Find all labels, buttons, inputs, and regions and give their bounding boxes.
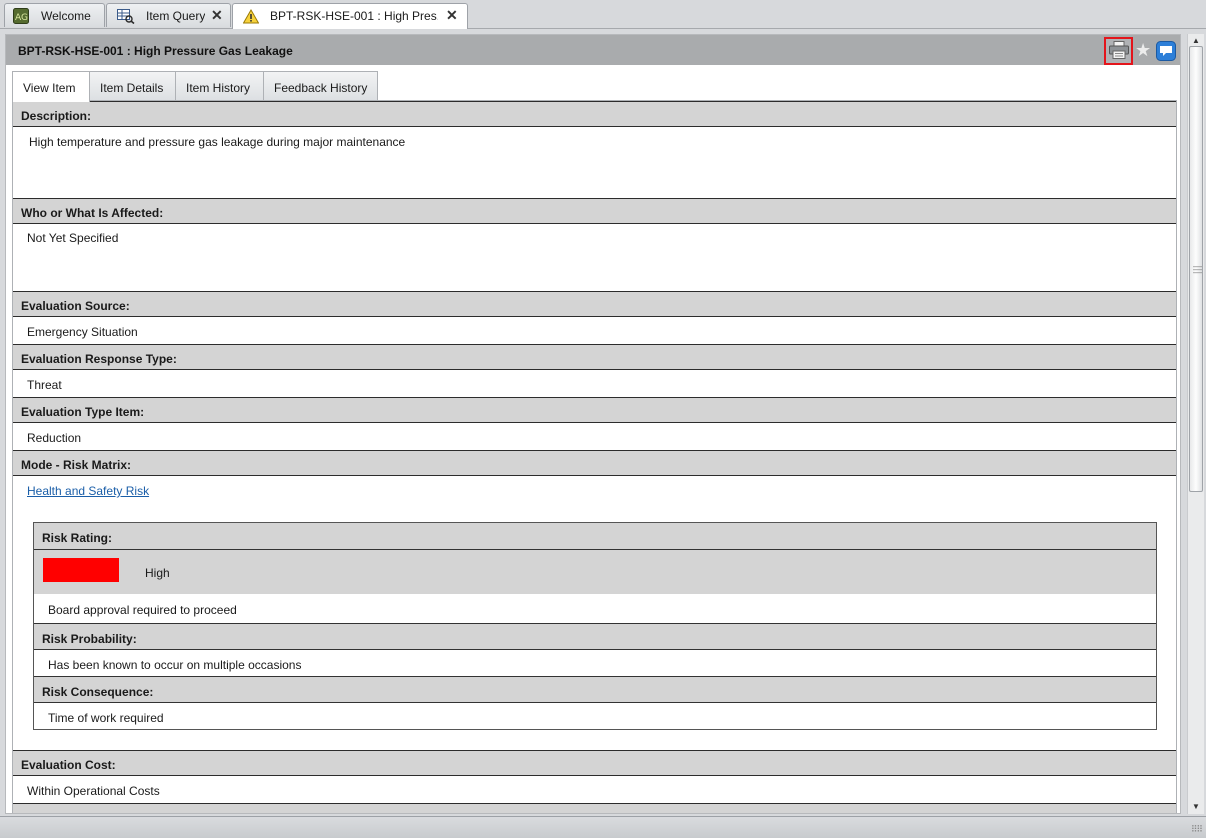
star-icon[interactable]: ★	[1135, 41, 1151, 59]
risk-consequence-value: Time of work required	[48, 711, 164, 725]
risk-probability-header: Risk Probability:	[34, 623, 1156, 650]
resize-grip-icon[interactable]: ⠿⠿	[1191, 824, 1203, 835]
risk-matrix-header: Mode - Risk Matrix:	[13, 450, 1176, 476]
scroll-down-icon[interactable]: ▼	[1188, 800, 1204, 814]
doc-tab-welcome[interactable]: AG Welcome	[4, 3, 105, 27]
risk-rating-swatch	[43, 558, 119, 582]
affected-header: Who or What Is Affected:	[13, 198, 1176, 224]
response-type-value: Threat	[27, 378, 62, 392]
risk-matrix-value-wrap: Health and Safety Risk	[27, 484, 149, 498]
risk-rating-value: High	[145, 566, 170, 580]
page-title: BPT-RSK-HSE-001 : High Pressure Gas Leak…	[18, 44, 293, 58]
risk-consequence-header: Risk Consequence:	[34, 676, 1156, 703]
grip-icon: — — —	[1193, 261, 1202, 277]
description-header: Description:	[13, 101, 1176, 127]
item-panel: BPT-RSK-HSE-001 : High Pressure Gas Leak…	[5, 34, 1181, 814]
next-section-header	[13, 803, 1176, 813]
tab-item-history[interactable]: Item History	[175, 71, 264, 101]
app-logo-icon: AG	[13, 8, 29, 24]
vertical-scrollbar[interactable]: ▲ — — — ▼	[1187, 34, 1204, 814]
comment-icon[interactable]	[1156, 41, 1176, 61]
tab-item-details[interactable]: Item Details	[89, 71, 176, 101]
query-grid-icon	[117, 8, 135, 25]
doc-tab-label: Item Query	[146, 9, 206, 23]
print-button[interactable]	[1104, 37, 1133, 65]
print-icon	[1108, 40, 1129, 62]
description-value: High temperature and pressure gas leakag…	[29, 135, 406, 149]
type-item-value: Reduction	[27, 431, 82, 445]
item-title-bar: BPT-RSK-HSE-001 : High Pressure Gas Leak…	[6, 35, 1180, 65]
evaluation-cost-value: Within Operational Costs	[27, 784, 160, 798]
status-bar: ⠿⠿	[0, 816, 1206, 838]
scrollbar-thumb[interactable]: — — —	[1189, 46, 1203, 492]
risk-matrix-box: Risk Rating: High Board approval require…	[33, 522, 1157, 730]
svg-text:AG: AG	[15, 13, 28, 23]
close-icon[interactable]: ✕	[446, 7, 458, 24]
view-item-content: Description: High temperature and pressu…	[12, 100, 1177, 813]
doc-tab-item-query[interactable]: Item Query ✕	[106, 3, 231, 27]
evaluation-cost-header: Evaluation Cost:	[13, 750, 1176, 776]
risk-rating-header: Risk Rating:	[34, 523, 1156, 550]
view-tab-strip: View Item Item Details Item History Feed…	[12, 71, 1172, 102]
evaluation-source-header: Evaluation Source:	[13, 291, 1176, 317]
risk-matrix-link[interactable]: Health and Safety Risk	[27, 484, 149, 498]
risk-rating-note: Board approval required to proceed	[48, 603, 237, 617]
tab-view-item[interactable]: View Item	[12, 71, 90, 102]
affected-value: Not Yet Specified	[27, 231, 119, 245]
document-tab-strip: AG Welcome Item Query ✕ BPT-RSK-HSE-001 …	[0, 0, 1206, 29]
close-icon[interactable]: ✕	[211, 7, 223, 24]
risk-probability-value: Has been known to occur on multiple occa…	[48, 658, 302, 672]
tab-feedback-history[interactable]: Feedback History	[263, 71, 378, 101]
evaluation-source-value: Emergency Situation	[27, 325, 138, 339]
doc-tab-label: BPT-RSK-HSE-001 : High Pres...	[270, 9, 438, 23]
warning-icon	[242, 8, 260, 25]
response-type-header: Evaluation Response Type:	[13, 344, 1176, 370]
doc-tab-current-item[interactable]: BPT-RSK-HSE-001 : High Pres... ✕	[232, 3, 468, 29]
type-item-header: Evaluation Type Item:	[13, 397, 1176, 423]
doc-tab-label: Welcome	[41, 9, 91, 23]
risk-rating-band: High	[34, 550, 1156, 594]
